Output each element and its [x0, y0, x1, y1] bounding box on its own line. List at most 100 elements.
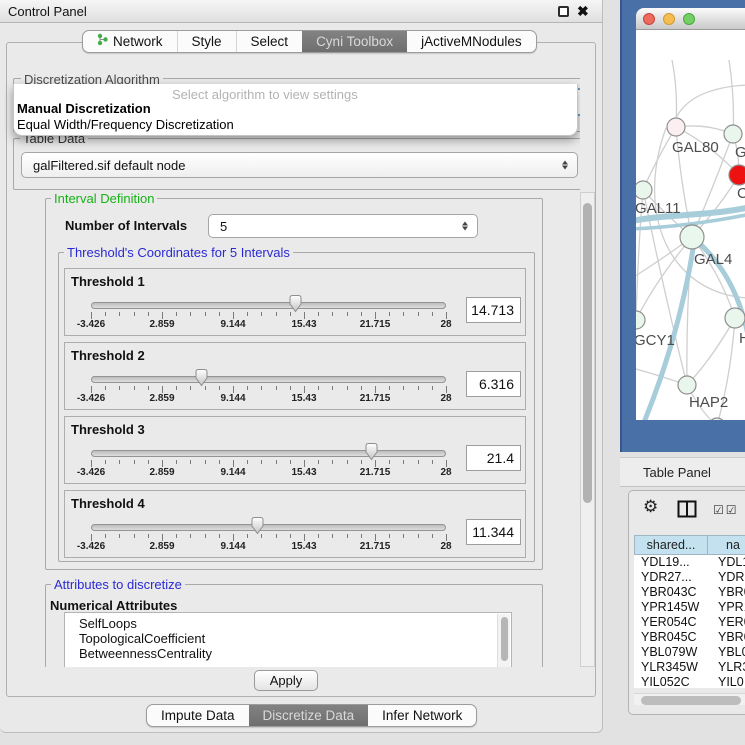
slider-tick-label: 9.144 — [211, 393, 255, 404]
column-header-shared-name[interactable]: shared... — [634, 535, 708, 555]
table-row[interactable]: YBR043CYBR0 — [634, 585, 745, 600]
slider-tick — [148, 386, 149, 390]
slider-tick — [91, 534, 92, 541]
slider-tick — [105, 386, 106, 390]
table-row[interactable]: YPR145WYPR1 — [634, 600, 745, 615]
slider-tick — [318, 312, 319, 316]
slider-handle[interactable] — [364, 442, 379, 461]
number-of-intervals-combobox[interactable]: 5 — [208, 214, 478, 238]
threshold-value-field[interactable]: 21.4 — [466, 445, 521, 471]
table-panel-window: ⚙ ☑☑ shared... na YDL19...YDL1YDR27...YD… — [628, 490, 745, 715]
bottom-tab-infer-network[interactable]: Infer Network — [368, 705, 476, 726]
table-row[interactable]: YLR345WYLR3 — [634, 660, 745, 675]
network-edge[interactable] — [729, 60, 734, 134]
network-canvas[interactable]: GAL80GACGAL11GAL4GCY1HHAP2 — [636, 30, 745, 420]
slider-tick — [190, 534, 191, 538]
list-scrollbar[interactable] — [497, 614, 510, 667]
slider-tick — [105, 312, 106, 316]
network-node-hap2[interactable] — [678, 376, 696, 394]
table-row[interactable]: YDL19...YDL1 — [634, 555, 745, 570]
form-scrollbar[interactable] — [580, 192, 595, 667]
popup-item-manual-discretization[interactable]: Manual Discretization — [17, 101, 151, 116]
network-node-bottom[interactable] — [709, 418, 725, 420]
table-data-combobox[interactable]: galFiltered.sif default node — [21, 152, 578, 178]
apply-button[interactable]: Apply — [254, 670, 318, 691]
interval-definition-group-label: Interval Definition — [51, 191, 157, 206]
slider-tick — [361, 534, 362, 538]
network-edge[interactable] — [672, 60, 677, 127]
slider-tick — [190, 312, 191, 316]
bottom-tab-discretize-data[interactable]: Discretize Data — [249, 705, 369, 726]
slider-tick — [233, 386, 234, 393]
numerical-attributes-list[interactable]: SelfLoopsTopologicalCoefficientBetweenne… — [64, 612, 512, 667]
close-traffic-light-icon[interactable] — [643, 13, 655, 25]
slider-tick — [119, 460, 120, 464]
cell-shared-name: YBR045C — [634, 630, 718, 645]
slider-tick — [347, 460, 348, 464]
cell-shared-name: YBR043C — [634, 585, 718, 600]
threshold-value-field[interactable]: 11.344 — [466, 519, 521, 545]
slider-tick-label: 28 — [424, 393, 468, 404]
slider-tick — [361, 312, 362, 316]
form-scroll-viewport: Discretization Algorithm Select algorith… — [0, 0, 580, 667]
gear-icon[interactable]: ⚙ — [643, 497, 658, 517]
bottom-tab-impute-data[interactable]: Impute Data — [147, 705, 249, 726]
table-horizontal-scrollbar[interactable] — [634, 693, 745, 705]
slider-track[interactable] — [91, 450, 446, 457]
table-row[interactable]: YBR045CYBR0 — [634, 630, 745, 645]
network-node-gal11[interactable] — [636, 181, 652, 199]
network-edge[interactable] — [676, 85, 745, 118]
table-row[interactable]: YER054CYER0 — [634, 615, 745, 630]
threshold-label: Threshold 2 — [71, 348, 145, 363]
list-item-selfloops[interactable]: SelfLoops — [65, 616, 511, 631]
slider-tick-label: -3.426 — [69, 319, 113, 330]
table-rows[interactable]: YDL19...YDL1YDR27...YDR2YBR043CYBR0YPR14… — [634, 555, 745, 688]
network-node-h-node[interactable] — [725, 308, 745, 328]
slider-tick — [446, 460, 447, 467]
slider-handle[interactable] — [288, 294, 303, 313]
cell-name: YBR0 — [718, 630, 745, 645]
table-hscrollbar-thumb[interactable] — [641, 696, 741, 705]
threshold-label: Threshold 1 — [71, 274, 145, 289]
checkbox-columns-icon[interactable]: ☑☑ — [713, 503, 739, 517]
network-node-gcy1[interactable] — [636, 311, 645, 329]
list-item-topologicalcoefficient[interactable]: TopologicalCoefficient — [65, 631, 511, 646]
table-row[interactable]: YBL079WYBL0 — [634, 645, 745, 660]
list-scrollbar-thumb[interactable] — [501, 617, 508, 661]
slider-tick — [176, 312, 177, 316]
slider-tick-label: 15.43 — [282, 393, 326, 404]
network-node-red-node[interactable] — [729, 165, 745, 185]
cell-name: YER0 — [718, 615, 745, 630]
slider-tick — [162, 534, 163, 541]
split-columns-icon[interactable] — [677, 500, 697, 518]
network-edge[interactable] — [643, 127, 676, 190]
attributes-group-label: Attributes to discretize — [51, 577, 185, 592]
slider-track[interactable] — [91, 302, 446, 309]
slider-handle[interactable] — [194, 368, 209, 387]
network-node-gal4[interactable] — [680, 225, 704, 249]
table-row[interactable]: YIL052CYIL0 — [634, 675, 745, 688]
threshold-value-field[interactable]: 6.316 — [466, 371, 521, 397]
slider-track[interactable] — [91, 376, 446, 383]
slider-tick — [332, 386, 333, 390]
slider-handle[interactable] — [250, 516, 265, 535]
table-row[interactable]: YDR27...YDR2 — [634, 570, 745, 585]
slider-tick — [233, 312, 234, 319]
network-node-label: H — [739, 330, 745, 347]
form-scrollbar-thumb[interactable] — [583, 203, 592, 503]
cell-name: YDR2 — [718, 570, 745, 585]
cell-name: YIL0 — [718, 675, 745, 688]
popup-item-equal-width-frequency-discretization[interactable]: Equal Width/Frequency Discretization — [17, 117, 234, 132]
slider-track[interactable] — [91, 524, 446, 531]
slider-tick — [375, 386, 376, 393]
slider-tick-label: 15.43 — [282, 467, 326, 478]
network-node-top-right[interactable] — [724, 125, 742, 143]
network-node-gal80[interactable] — [667, 118, 685, 136]
list-item-betweennesscentrality[interactable]: BetweennessCentrality — [65, 646, 511, 661]
maximize-traffic-light-icon[interactable] — [683, 13, 695, 25]
column-header-name[interactable]: na — [708, 535, 745, 555]
threshold-value-field[interactable]: 14.713 — [466, 297, 521, 323]
minimize-traffic-light-icon[interactable] — [663, 13, 675, 25]
slider-tick — [389, 460, 390, 464]
slider-tick — [261, 386, 262, 390]
